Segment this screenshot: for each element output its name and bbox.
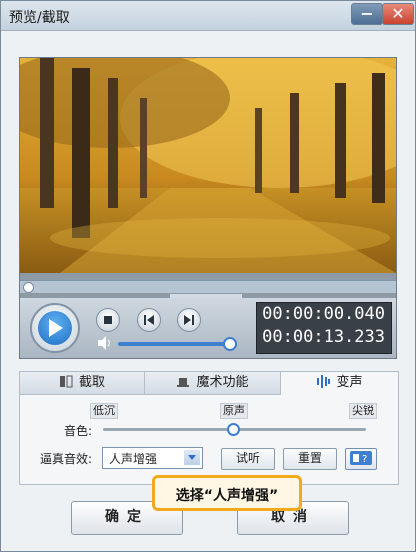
tab-crop[interactable]: 截取	[20, 372, 145, 394]
preview-crop-dialog: 预览/截取 − ✕ 00:00:00.040 00:00:13.233 截取 魔…	[0, 0, 416, 552]
step-back-icon	[144, 315, 154, 325]
tab-voice-label: 变声	[336, 375, 363, 390]
help-icon: ?	[350, 451, 372, 465]
pitch-low-label: 低沉	[90, 403, 118, 419]
volume-handle[interactable]	[223, 337, 237, 351]
tab-bar: 截取 魔术功能 变声	[20, 372, 398, 395]
minimize-button[interactable]: −	[351, 3, 383, 25]
play-button[interactable]	[30, 303, 80, 353]
pitch-mid-label: 原声	[220, 403, 248, 419]
chevron-down-icon[interactable]	[184, 450, 200, 465]
pitch-handle[interactable]	[227, 423, 240, 436]
stop-icon	[104, 316, 112, 324]
svg-text:?: ?	[362, 454, 367, 465]
volume-icon[interactable]	[98, 336, 114, 350]
help-button[interactable]: ?	[345, 448, 377, 470]
autumn-park-image	[20, 58, 396, 273]
effect-label: 逼真音效:	[40, 452, 93, 466]
stop-button[interactable]	[96, 308, 120, 332]
prev-frame-button[interactable]	[137, 308, 161, 332]
step-forward-icon	[184, 315, 194, 325]
function-panel: 截取 魔术功能 变声 低沉 原声 尖锐 音色: 逼真音效: 人声增强 试听 重置…	[19, 371, 399, 485]
reset-button[interactable]: 重置	[283, 448, 337, 470]
volume-slider[interactable]	[118, 342, 228, 346]
timeline-handle[interactable]	[23, 282, 34, 293]
tab-crop-label: 截取	[78, 375, 105, 390]
window-title: 预览/截取	[9, 10, 70, 26]
tab-magic[interactable]: 魔术功能	[145, 372, 281, 394]
magic-hat-icon	[176, 374, 190, 396]
pitch-high-label: 尖锐	[349, 403, 377, 419]
timeline-scrubber[interactable]	[20, 280, 396, 293]
total-time: 00:00:13.233	[262, 327, 385, 347]
pitch-label: 音色:	[64, 424, 93, 438]
play-icon	[49, 319, 63, 337]
crop-icon	[59, 374, 73, 396]
preview-listen-button[interactable]: 试听	[221, 448, 275, 470]
tab-magic-label: 魔术功能	[196, 375, 249, 390]
video-frame	[20, 58, 396, 273]
current-time: 00:00:00.040	[262, 304, 385, 324]
video-preview-area: ⌄ 00:00:00.040 00:00:13.233	[19, 57, 397, 359]
effect-select[interactable]: 人声增强	[102, 447, 203, 469]
tab-voice[interactable]: 变声	[281, 372, 398, 395]
title-bar: 预览/截取 − ✕	[1, 1, 415, 31]
player-controls: 00:00:00.040 00:00:13.233	[20, 298, 396, 358]
effect-select-value: 人声增强	[109, 452, 158, 466]
voice-wave-icon	[316, 374, 331, 396]
close-button[interactable]: ✕	[382, 3, 414, 25]
instruction-callout: 选择“人声增强”	[152, 475, 302, 511]
time-display: 00:00:00.040 00:00:13.233	[256, 302, 392, 354]
next-frame-button[interactable]	[177, 308, 201, 332]
